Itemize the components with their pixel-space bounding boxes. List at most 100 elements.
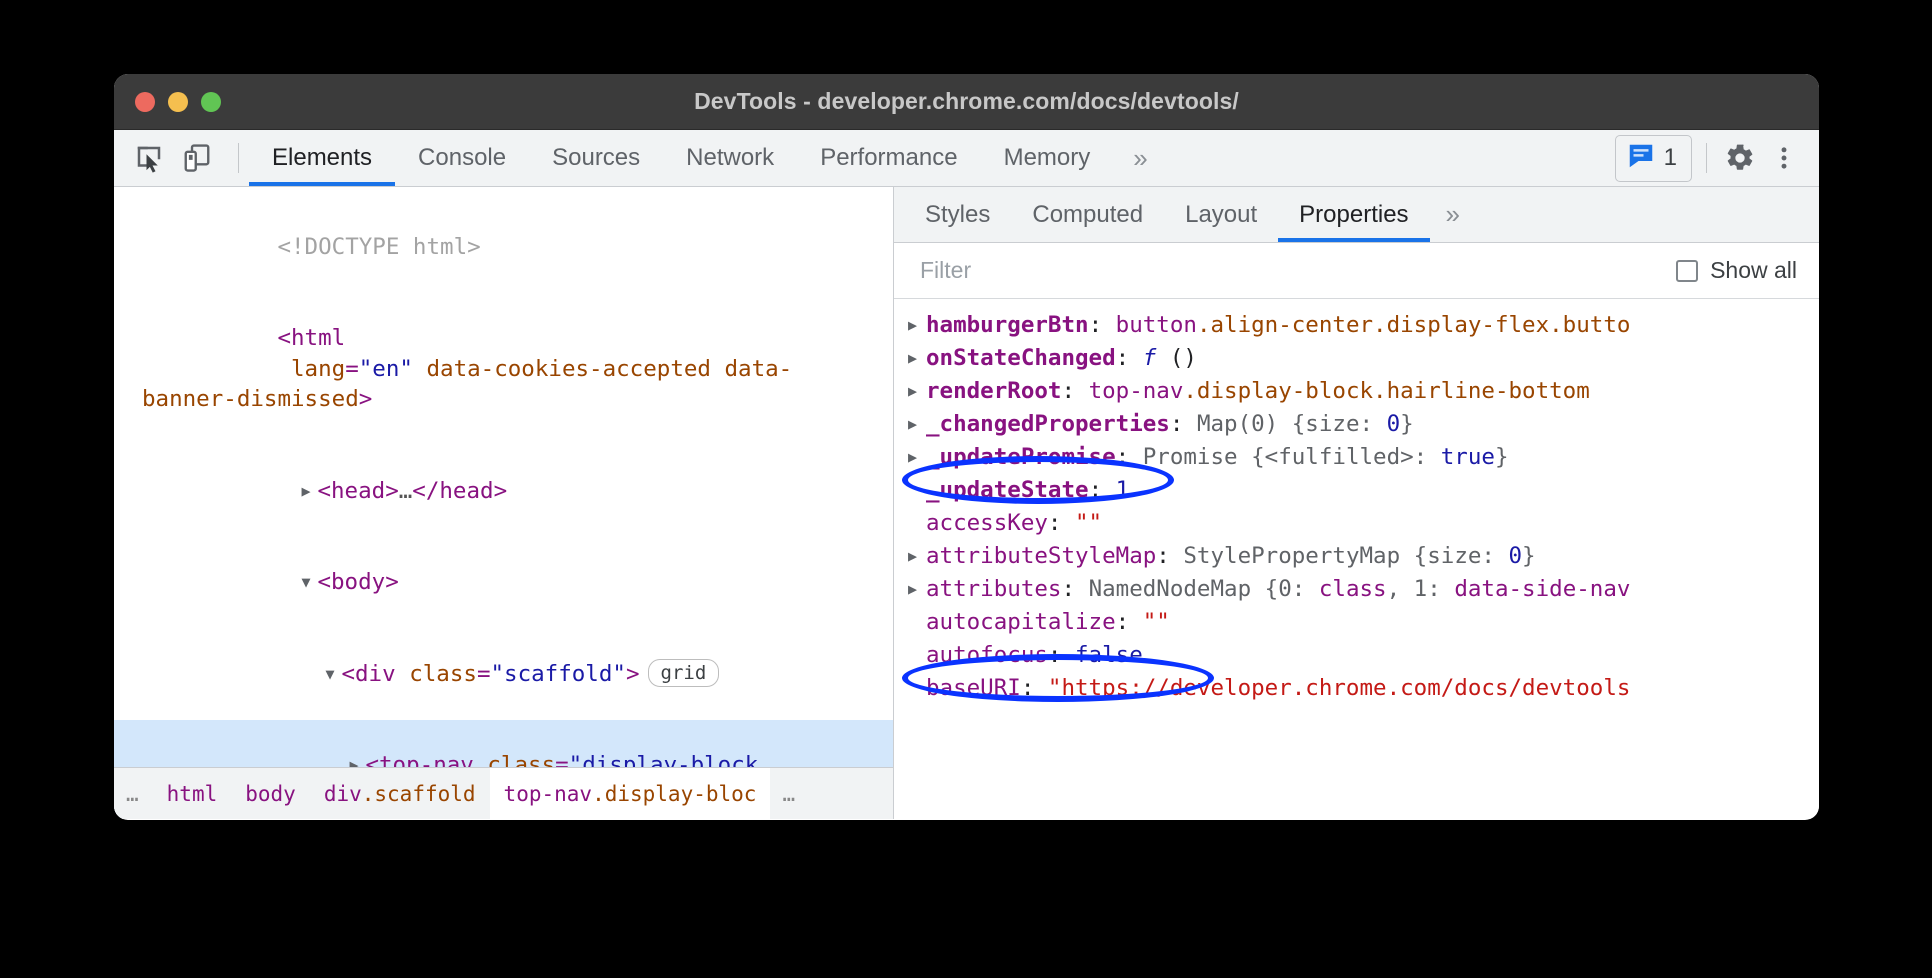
devtools-main-toolbar: Elements Console Sources Network Perform…: [114, 130, 1819, 187]
minimize-window-button[interactable]: [168, 92, 188, 112]
expand-triangle-icon[interactable]: ▶: [908, 342, 926, 375]
elements-sidebar: Styles Computed Layout Properties » Filt…: [894, 187, 1819, 819]
tab-label: Sources: [552, 144, 640, 172]
zoom-window-button[interactable]: [201, 92, 221, 112]
breadcrumb-class: .scaffold: [362, 782, 476, 806]
property-row-autofocus[interactable]: ▶autofocus: false: [894, 639, 1819, 672]
expand-triangle-icon[interactable]: ▶: [908, 408, 926, 441]
tab-performance[interactable]: Performance: [797, 130, 980, 186]
more-vertical-icon[interactable]: [1765, 139, 1803, 177]
property-name: hamburgerBtn: [926, 312, 1089, 338]
tab-computed[interactable]: Computed: [1011, 187, 1164, 242]
devtools-panes: <!DOCTYPE html> <html lang="en" data-coo…: [114, 187, 1819, 819]
no-triangle-spacer: ▶: [908, 639, 926, 672]
tab-network[interactable]: Network: [663, 130, 797, 186]
more-tabs-chevron-icon[interactable]: »: [1113, 130, 1167, 186]
breadcrumb-tag: body: [245, 782, 296, 806]
property-value: StylePropertyMap {size:: [1183, 543, 1508, 569]
property-name: autocapitalize: [926, 609, 1116, 635]
sidebar-tabs: Styles Computed Layout Properties »: [894, 187, 1819, 243]
tab-properties[interactable]: Properties: [1278, 187, 1429, 242]
property-row-renderRoot[interactable]: ▶renderRoot: top-nav.display-block.hairl…: [894, 375, 1819, 408]
property-value-paren: (): [1156, 345, 1197, 371]
property-value: 1: [1116, 477, 1130, 503]
breadcrumb-overflow-left[interactable]: …: [114, 768, 153, 819]
property-value: false: [1075, 642, 1143, 668]
property-value: "https://developer.chrome.com/docs/devto…: [1048, 675, 1630, 701]
inspect-cursor-icon[interactable]: [130, 139, 168, 177]
property-row-baseURI[interactable]: ▶baseURI: "https://developer.chrome.com/…: [894, 672, 1819, 705]
issues-count: 1: [1664, 144, 1677, 172]
toolbar-right-group: 1: [1615, 130, 1819, 186]
expand-triangle-icon[interactable]: ▶: [908, 309, 926, 342]
devtools-window: DevTools - developer.chrome.com/docs/dev…: [114, 74, 1819, 820]
property-value: Map(0) {size:: [1197, 411, 1387, 437]
property-value-key2: data-side-nav: [1454, 576, 1630, 602]
dom-node-body[interactable]: ▼<body>: [114, 537, 893, 629]
tab-memory[interactable]: Memory: [981, 130, 1114, 186]
expand-triangle-icon[interactable]: ▶: [908, 441, 926, 474]
expand-triangle-icon[interactable]: ▶: [908, 540, 926, 573]
breadcrumb-tag: div: [324, 782, 362, 806]
dom-node-head[interactable]: ▶<head>…</head>: [114, 445, 893, 537]
close-window-button[interactable]: [135, 92, 155, 112]
dom-node-doctype[interactable]: <!DOCTYPE html>: [114, 201, 893, 293]
traffic-lights: [114, 92, 221, 112]
tab-label: Network: [686, 144, 774, 172]
breadcrumb-tag: top-nav: [504, 782, 593, 806]
expand-triangle-icon[interactable]: ▶: [908, 573, 926, 606]
toolbar-divider-2: [1706, 143, 1707, 173]
property-row-accessKey[interactable]: ▶accessKey: "": [894, 507, 1819, 540]
tab-styles[interactable]: Styles: [904, 187, 1011, 242]
dom-node-div-scaffold[interactable]: ▼<div class="scaffold">grid: [114, 628, 893, 720]
tab-console[interactable]: Console: [395, 130, 529, 186]
show-all-checkbox[interactable]: [1676, 260, 1698, 282]
property-name: _updatePromise: [926, 444, 1116, 470]
devtools-panel-tabs: Elements Console Sources Network Perform…: [249, 130, 1168, 186]
dom-node-html[interactable]: <html lang="en" data-cookies-accepted da…: [114, 293, 893, 446]
property-row-changedProperties[interactable]: ▶_changedProperties: Map(0) {size: 0}: [894, 408, 1819, 441]
tab-label: Console: [418, 144, 506, 172]
grid-badge[interactable]: grid: [648, 659, 720, 687]
property-value-sep: , 1:: [1387, 576, 1455, 602]
property-row-updateState[interactable]: ▶_updateState: 1: [894, 474, 1819, 507]
filter-input[interactable]: Filter: [920, 257, 971, 284]
breadcrumb: … html body div.scaffold top-nav.display…: [114, 767, 893, 819]
property-name: onStateChanged: [926, 345, 1116, 371]
property-row-hamburgerBtn[interactable]: ▶hamburgerBtn: button.align-center.displ…: [894, 309, 1819, 342]
breadcrumb-item-body[interactable]: body: [231, 768, 310, 819]
property-row-attributes[interactable]: ▶attributes: NamedNodeMap {0: class, 1: …: [894, 573, 1819, 606]
breadcrumb-item-div-scaffold[interactable]: div.scaffold: [310, 768, 490, 819]
property-name: renderRoot: [926, 378, 1061, 404]
collapse-triangle-icon[interactable]: ▼: [301, 567, 317, 598]
property-value: NamedNodeMap {0:: [1089, 576, 1319, 602]
gear-icon[interactable]: [1721, 139, 1759, 177]
collapse-triangle-icon[interactable]: ▼: [325, 659, 341, 690]
tab-layout[interactable]: Layout: [1164, 187, 1278, 242]
property-value: "": [1075, 510, 1102, 536]
property-value: top-nav: [1089, 378, 1184, 404]
issues-message-icon: [1626, 141, 1656, 176]
show-all-toggle[interactable]: Show all: [1676, 257, 1797, 284]
breadcrumb-class: .display-bloc: [592, 782, 756, 806]
breadcrumb-item-html[interactable]: html: [153, 768, 232, 819]
no-triangle-spacer: ▶: [908, 507, 926, 540]
sidebar-more-tabs-chevron-icon[interactable]: »: [1430, 187, 1476, 242]
property-row-onStateChanged[interactable]: ▶onStateChanged: f (): [894, 342, 1819, 375]
tab-elements[interactable]: Elements: [249, 130, 395, 186]
expand-triangle-icon[interactable]: ▶: [301, 476, 317, 507]
window-titlebar: DevTools - developer.chrome.com/docs/dev…: [114, 74, 1819, 130]
tab-sources[interactable]: Sources: [529, 130, 663, 186]
tab-label: Elements: [272, 144, 372, 172]
property-value-class: .align-center.display-flex.butto: [1197, 312, 1630, 338]
issues-badge-button[interactable]: 1: [1615, 135, 1692, 182]
device-toolbar-icon[interactable]: [178, 139, 216, 177]
property-row-autocapitalize[interactable]: ▶autocapitalize: "": [894, 606, 1819, 639]
expand-triangle-icon[interactable]: ▶: [908, 375, 926, 408]
breadcrumb-item-top-nav[interactable]: top-nav.display-bloc: [490, 768, 771, 819]
property-row-attributeStyleMap[interactable]: ▶attributeStyleMap: StylePropertyMap {si…: [894, 540, 1819, 573]
breadcrumb-overflow-right[interactable]: …: [770, 768, 809, 819]
property-value-tail: }: [1400, 411, 1414, 437]
property-row-updatePromise[interactable]: ▶_updatePromise: Promise {<fulfilled>: t…: [894, 441, 1819, 474]
property-value: Promise {<fulfilled>:: [1143, 444, 1441, 470]
